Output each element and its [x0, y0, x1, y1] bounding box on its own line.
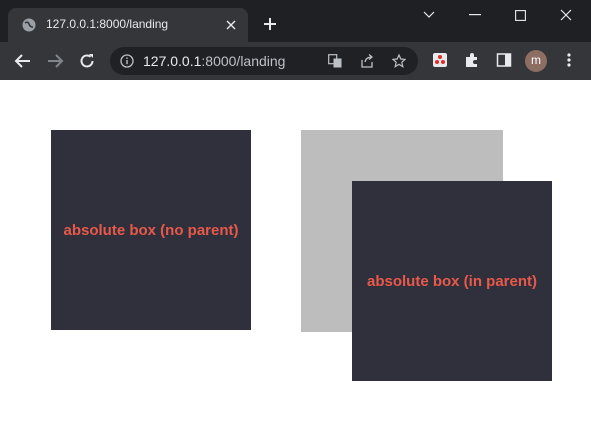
browser-tab[interactable]: 127.0.0.1:8000/landing	[8, 8, 248, 42]
forward-icon[interactable]	[46, 52, 64, 70]
url-text[interactable]: 127.0.0.1:8000/landing	[143, 53, 285, 69]
puzzle-icon[interactable]	[464, 52, 480, 68]
side-panel-icon[interactable]	[496, 52, 512, 68]
minimize-icon[interactable]	[463, 6, 487, 24]
site-info-icon[interactable]	[120, 54, 134, 68]
translate-icon[interactable]	[328, 54, 342, 68]
avatar[interactable]: m	[525, 50, 547, 72]
absolute-box-no-parent: absolute box (no parent)	[51, 130, 251, 330]
reload-icon[interactable]	[78, 52, 96, 70]
back-icon[interactable]	[14, 52, 32, 70]
close-tab-icon[interactable]	[224, 18, 238, 32]
box-label: absolute box (in parent)	[366, 272, 537, 290]
tab-search-icon[interactable]	[417, 6, 441, 24]
page-content: absolute box (no parent) absolute box (i…	[0, 80, 591, 427]
bookmark-star-icon[interactable]	[392, 54, 406, 68]
url-path: :8000/landing	[201, 53, 286, 69]
url-host: 127.0.0.1	[143, 53, 202, 69]
title-bar: 127.0.0.1:8000/landing	[0, 0, 591, 42]
box-label: absolute box (no parent)	[63, 221, 239, 239]
absolute-box-in-parent: absolute box (in parent)	[352, 181, 552, 381]
tab-title: 127.0.0.1:8000/landing	[46, 17, 169, 31]
close-window-icon[interactable]	[554, 6, 578, 24]
new-tab-icon[interactable]	[262, 16, 278, 32]
share-icon[interactable]	[360, 54, 374, 68]
browser-toolbar: 127.0.0.1:8000/landing m	[0, 42, 591, 80]
more-menu-icon[interactable]	[561, 52, 577, 68]
globe-icon	[22, 18, 36, 32]
address-bar[interactable]: 127.0.0.1:8000/landing	[110, 47, 418, 75]
maximize-icon[interactable]	[508, 6, 532, 24]
extension-icon[interactable]	[432, 52, 448, 68]
